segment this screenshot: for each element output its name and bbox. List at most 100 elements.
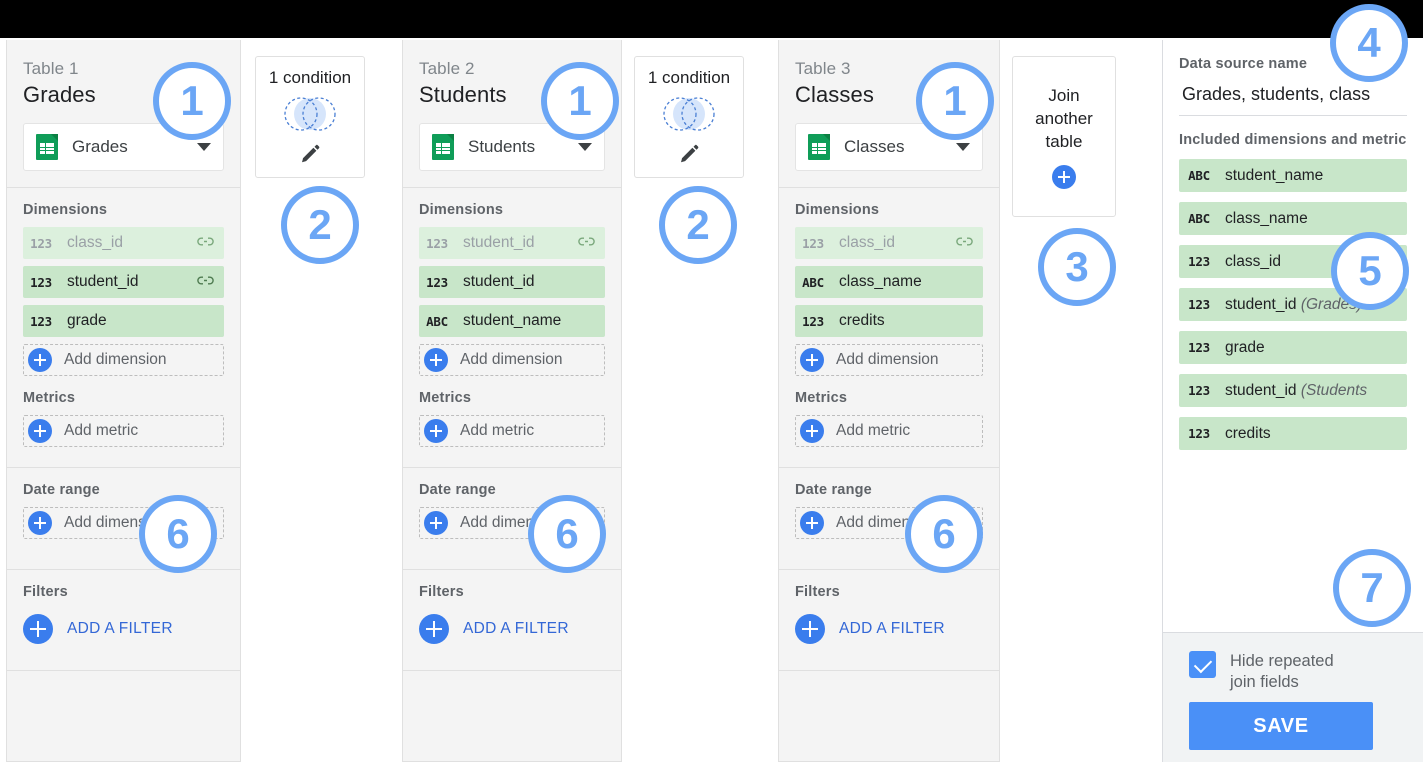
hide-repeated-line-1: Hide repeated (1230, 652, 1334, 670)
table-3-dimensions-section: Dimensions 123 class_id ABC class_name 1… (779, 188, 999, 390)
field-type-icon: ABC (426, 313, 448, 329)
google-sheets-icon (432, 134, 454, 160)
field-name: grade (67, 312, 107, 329)
callout-badge-1b: 1 (541, 62, 619, 140)
metrics-title: Metrics (795, 390, 848, 406)
add-filter-label: ADD A FILTER (463, 620, 569, 637)
plus-icon (23, 614, 53, 644)
plus-icon (28, 511, 52, 535)
add-dimension-label: Add dimension (64, 351, 167, 368)
join-another-table-label: Join another table (1035, 84, 1093, 153)
join-condition-card-1[interactable]: 1 condition (255, 56, 365, 178)
callout-badge-2a: 2 (281, 186, 359, 264)
field-name: class_name (1225, 209, 1308, 227)
join-condition-card-2[interactable]: 1 condition (634, 56, 744, 178)
hide-repeated-join-fields-row[interactable]: Hide repeated join fields (1163, 633, 1423, 693)
add-dimension-label: Add dimension (460, 351, 563, 368)
field-type-icon: 123 (426, 274, 448, 290)
included-field-chip[interactable]: 123 credits (1179, 417, 1407, 450)
pencil-icon[interactable] (677, 143, 701, 172)
dimension-chip[interactable]: 123 student_id (419, 266, 605, 298)
dimension-chip[interactable]: 123 class_id (23, 227, 224, 259)
chevron-down-icon (956, 143, 970, 151)
condition-label: 1 condition (647, 68, 731, 87)
add-metric-button[interactable]: Add metric (419, 415, 605, 447)
field-name: grade (1225, 338, 1265, 356)
plus-icon (424, 511, 448, 535)
included-field-chip[interactable]: 123 student_id (Students (1179, 374, 1407, 407)
pencil-icon[interactable] (298, 143, 322, 172)
callout-badge-2b: 2 (659, 186, 737, 264)
field-type-icon: 123 (1188, 340, 1210, 355)
field-type-icon: 123 (1188, 297, 1210, 312)
included-field-chip[interactable]: 123 grade (1179, 331, 1407, 364)
add-dimension-button[interactable]: Add dimension (23, 344, 224, 376)
table-3-source-label: Classes (844, 137, 905, 156)
field-name: student_id (67, 273, 139, 290)
google-sheets-icon (36, 134, 58, 160)
table-1-source-label: Grades (72, 137, 128, 156)
add-dimension-button[interactable]: Add dimension (795, 344, 983, 376)
callout-badge-7: 7 (1333, 549, 1411, 627)
condition-label: 1 condition (268, 68, 352, 87)
included-field-chip[interactable]: ABC class_name (1179, 202, 1407, 235)
dimension-chip[interactable]: ABC student_name (419, 305, 605, 337)
chevron-down-icon (578, 143, 592, 151)
table-2-metrics-section: Metrics Add metric (403, 390, 621, 461)
field-type-icon: 123 (1188, 426, 1210, 441)
venn-diagram-icon (651, 92, 727, 141)
field-type-icon: ABC (802, 274, 824, 290)
plus-icon[interactable] (1052, 165, 1076, 189)
filters-title: Filters (419, 584, 464, 600)
callout-badge-6a: 6 (139, 495, 217, 573)
hide-repeated-line-2: join fields (1230, 673, 1299, 691)
table-2-filters-section: Filters ADD A FILTER (403, 570, 621, 658)
metrics-title: Metrics (419, 390, 472, 406)
app-root: Table 1 Grades Grades Dimensions 123 cla… (0, 0, 1423, 762)
callout-badge-5: 5 (1331, 232, 1409, 310)
field-name: class_id (67, 234, 123, 251)
add-metric-button[interactable]: Add metric (23, 415, 224, 447)
field-type-icon: ABC (1188, 168, 1210, 183)
link-icon (956, 234, 973, 252)
right-panel-footer: Hide repeated join fields SAVE (1163, 632, 1423, 762)
hide-repeated-label: Hide repeated join fields (1230, 651, 1334, 693)
dimension-chip[interactable]: 123 student_id (419, 227, 605, 259)
link-icon (197, 234, 214, 252)
field-name: class_name (839, 273, 922, 290)
included-field-chip[interactable]: ABC student_name (1179, 159, 1407, 192)
data-source-name-input[interactable]: Grades, students, class (1179, 84, 1407, 105)
field-type-icon: 123 (1188, 383, 1210, 398)
dimension-chip[interactable]: 123 grade (23, 305, 224, 337)
add-filter-button[interactable]: ADD A FILTER (795, 614, 983, 644)
table-3-filters-section: Filters ADD A FILTER (779, 570, 999, 658)
callout-badge-6c: 6 (905, 495, 983, 573)
plus-icon (419, 614, 449, 644)
add-filter-button[interactable]: ADD A FILTER (23, 614, 224, 644)
callout-badge-1a: 1 (153, 62, 231, 140)
add-filter-button[interactable]: ADD A FILTER (419, 614, 605, 644)
plus-icon (424, 348, 448, 372)
save-button[interactable]: SAVE (1189, 702, 1373, 750)
data-source-name-underline (1179, 115, 1407, 116)
join-line-2: another (1035, 109, 1093, 128)
dimension-chip[interactable]: ABC class_name (795, 266, 983, 298)
add-dimension-button[interactable]: Add dimension (419, 344, 605, 376)
table-2-dimensions-section: Dimensions 123 student_id 123 student_id… (403, 188, 621, 390)
add-dimension-label: Add dimension (836, 351, 939, 368)
field-type-icon: 123 (1188, 254, 1210, 269)
add-metric-button[interactable]: Add metric (795, 415, 983, 447)
table-1-dimensions-section: Dimensions 123 class_id 123 student_id 1… (7, 188, 240, 390)
dimension-chip[interactable]: 123 student_id (23, 266, 224, 298)
dimension-chip[interactable]: 123 credits (795, 305, 983, 337)
hide-repeated-checkbox[interactable] (1189, 651, 1216, 678)
field-type-icon: 123 (426, 235, 448, 251)
join-another-table-card[interactable]: Join another table (1012, 56, 1116, 217)
field-name: class_id (839, 234, 895, 251)
add-metric-label: Add metric (64, 422, 139, 439)
field-name: student_id (463, 234, 535, 251)
add-filter-label: ADD A FILTER (839, 620, 945, 637)
plus-icon (800, 419, 824, 443)
filters-title: Filters (23, 584, 68, 600)
dimension-chip[interactable]: 123 class_id (795, 227, 983, 259)
